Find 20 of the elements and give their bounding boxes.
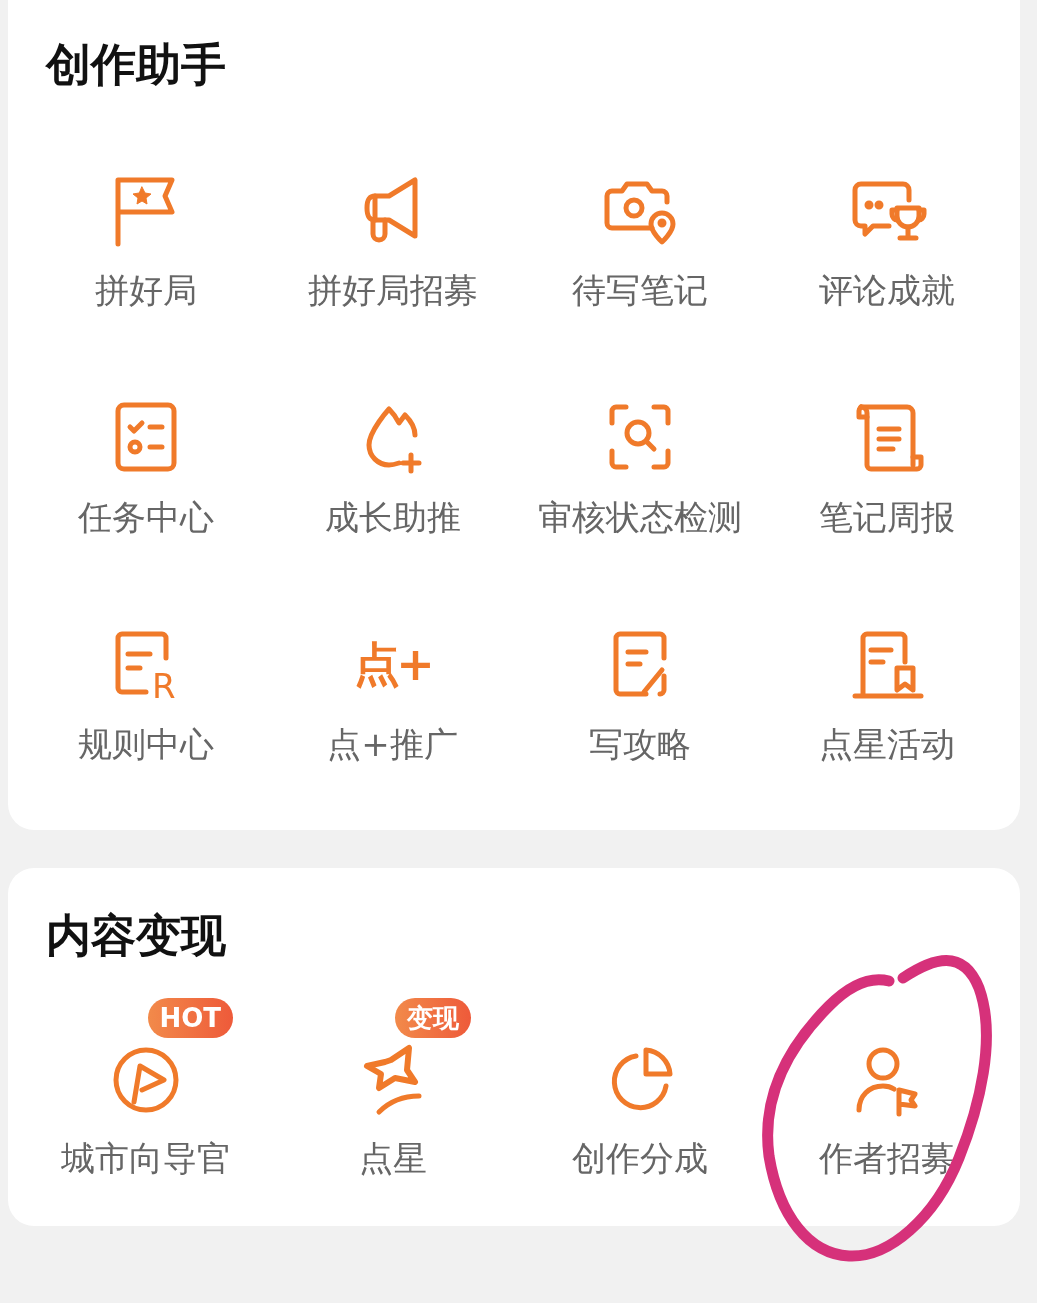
badge: 变现: [394, 998, 471, 1038]
feature-label[interactable]: 待写笔记: [571, 270, 708, 310]
section-title: 内容变现: [46, 908, 226, 964]
feature-label[interactable]: 任务中心: [77, 497, 214, 537]
feature-label[interactable]: 创作分成: [571, 1138, 708, 1178]
feature-label[interactable]: 点+推广: [327, 724, 458, 764]
feature-label[interactable]: 规则中心: [77, 724, 214, 764]
feature-label[interactable]: 点星: [358, 1138, 427, 1178]
feature-label[interactable]: 写攻略: [588, 724, 691, 764]
feature-label[interactable]: 成长助推: [324, 497, 461, 537]
feature-label[interactable]: 城市向导官: [60, 1138, 231, 1178]
feature-label[interactable]: 评论成就: [818, 270, 955, 310]
feature-label[interactable]: 审核状态检测: [537, 497, 742, 537]
section-title: 创作助手: [46, 37, 226, 93]
feature-label[interactable]: 笔记周报: [818, 497, 955, 537]
feature-label[interactable]: 点星活动: [818, 724, 955, 764]
badge: HOT: [147, 998, 234, 1038]
feature-label[interactable]: 作者招募: [818, 1138, 955, 1178]
feature-label[interactable]: 拼好局: [94, 270, 197, 310]
feature-label[interactable]: 拼好局招募: [307, 270, 478, 310]
